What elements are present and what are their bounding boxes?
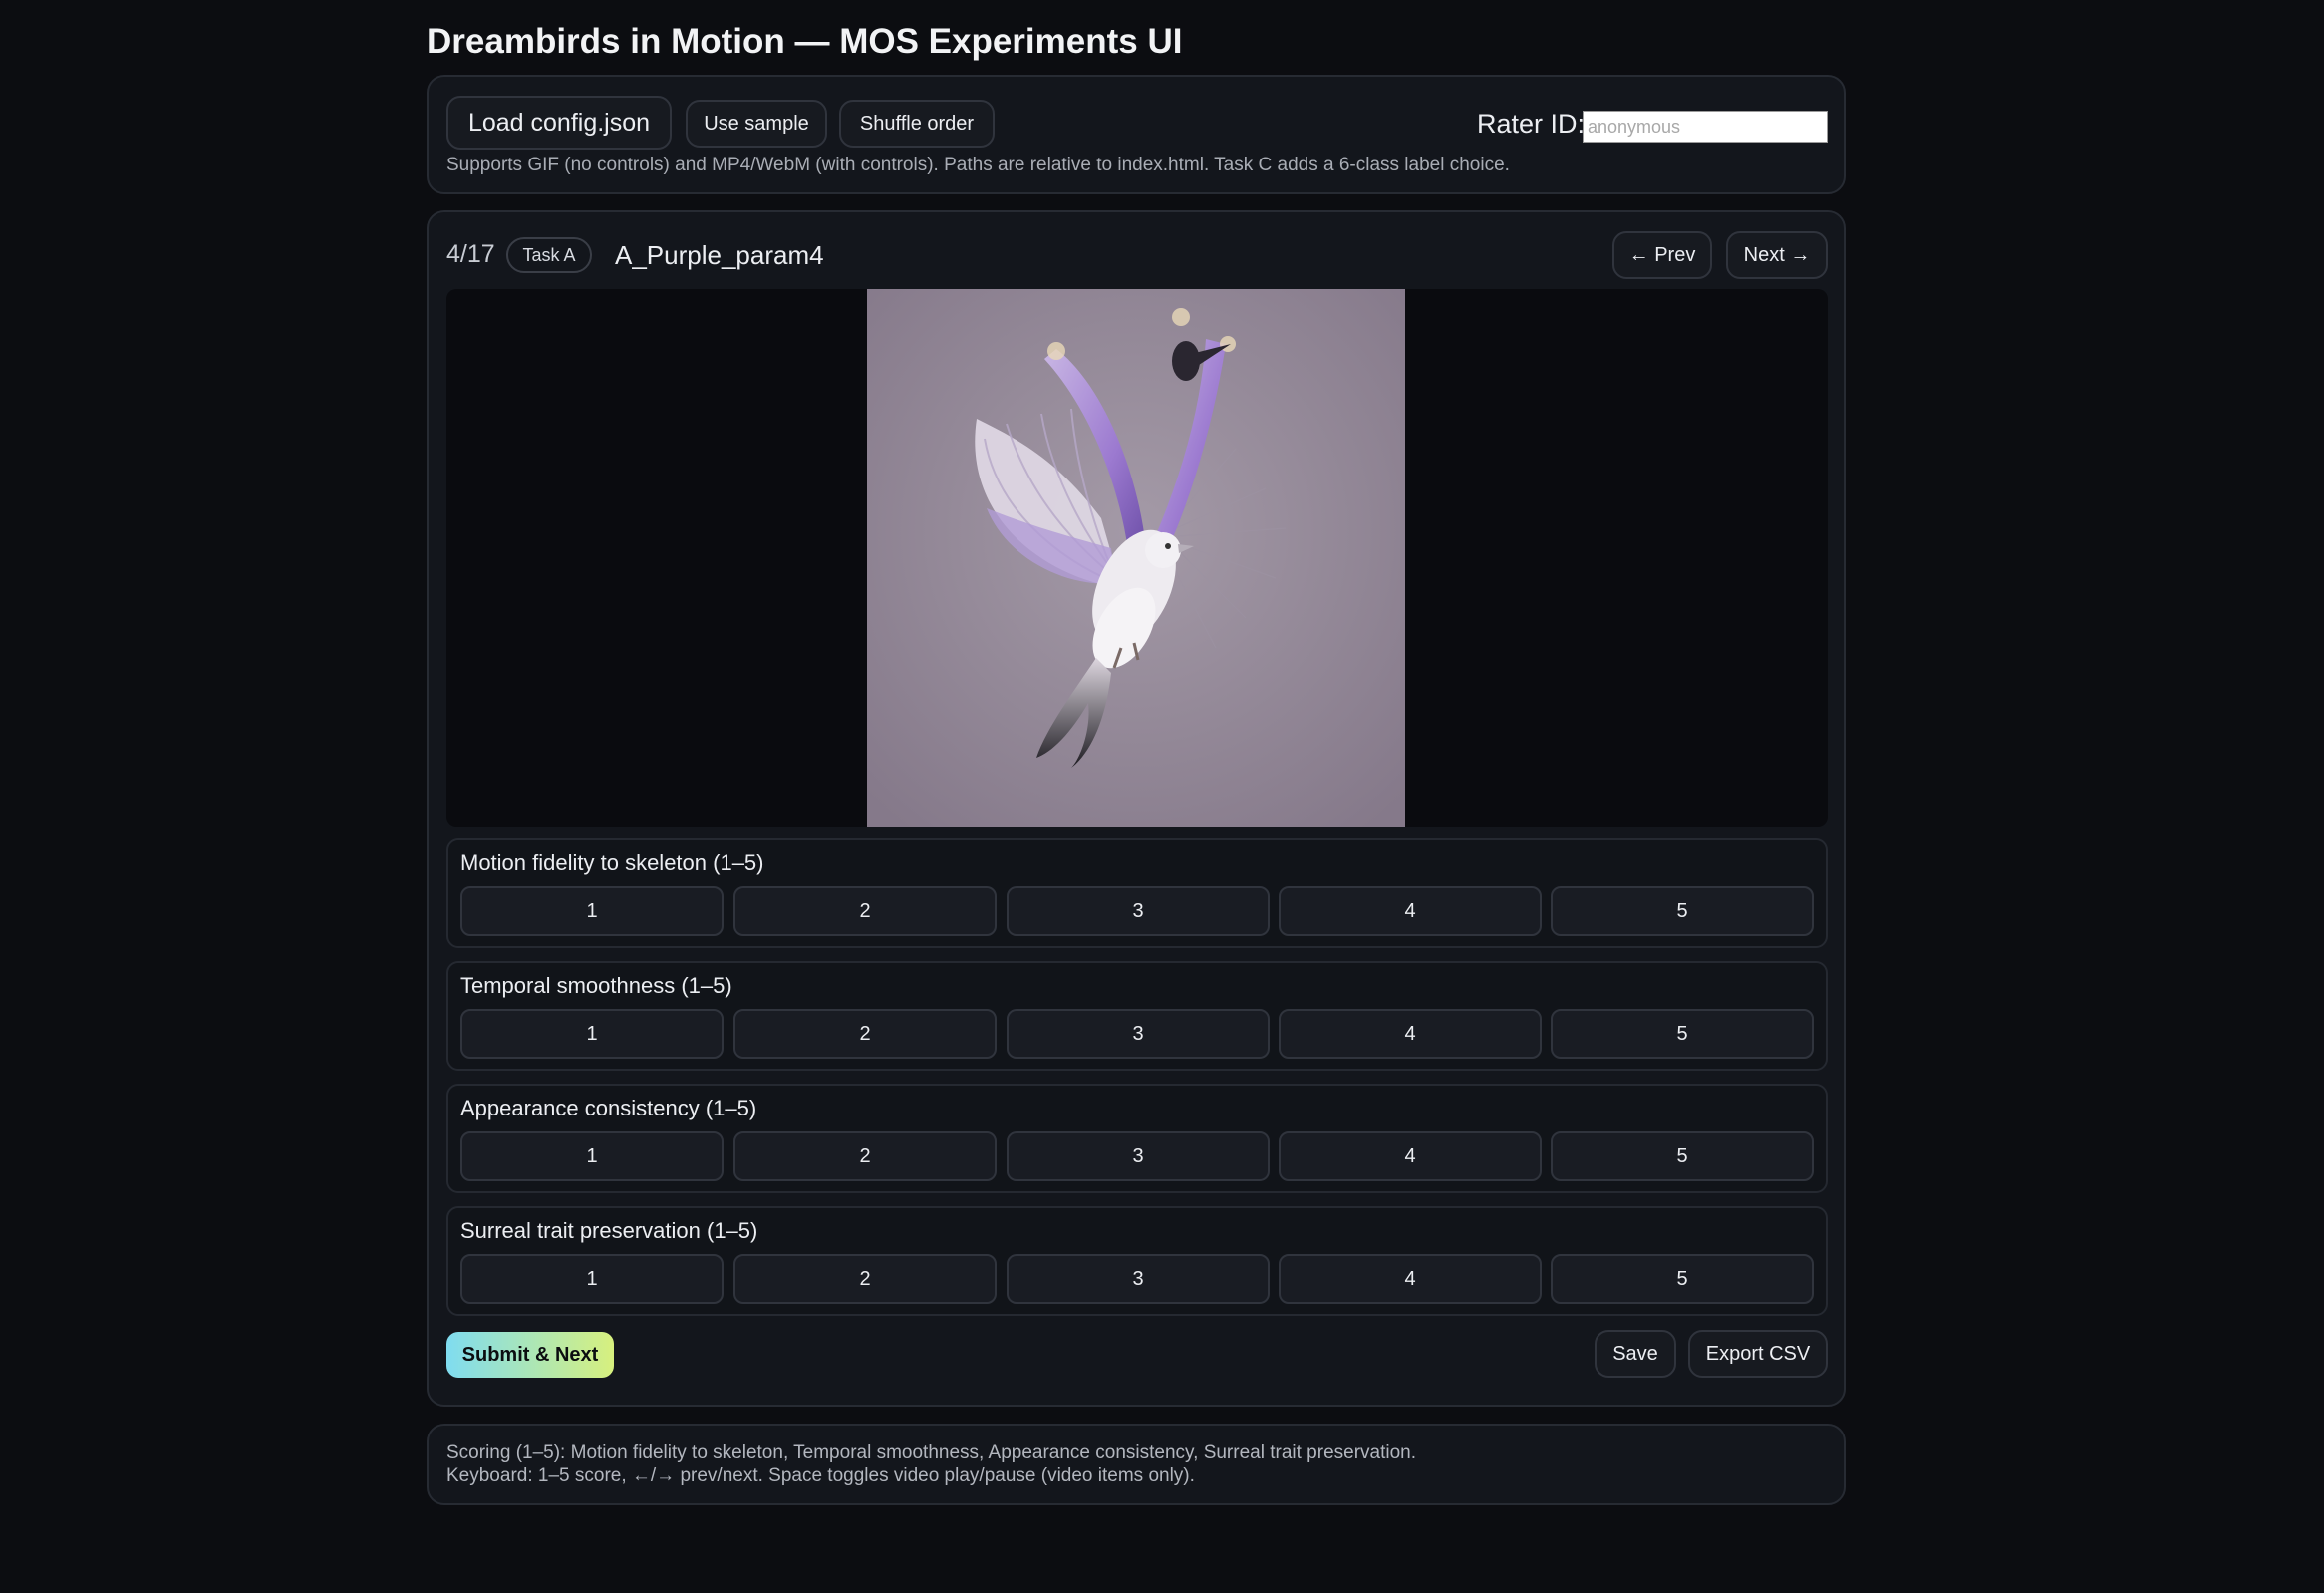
score-button-4[interactable]: 4: [1279, 1254, 1542, 1304]
criterion-motion-fidelity: Motion fidelity to skeleton (1–5) 1 2 3 …: [446, 838, 1828, 948]
shuffle-order-button[interactable]: Shuffle order: [839, 100, 995, 148]
score-button-5[interactable]: 5: [1551, 1254, 1814, 1304]
format-hint: Supports GIF (no controls) and MP4/WebM …: [446, 155, 1510, 175]
criterion-label: Appearance consistency (1–5): [460, 1096, 757, 1120]
score-button-2[interactable]: 2: [733, 886, 997, 936]
next-button[interactable]: Next →: [1726, 231, 1828, 279]
task-badge: Task A: [506, 237, 592, 273]
score-button-1[interactable]: 1: [460, 1131, 724, 1181]
rater-id-input[interactable]: [1583, 111, 1828, 143]
score-button-1[interactable]: 1: [460, 1009, 724, 1059]
criterion-label: Temporal smoothness (1–5): [460, 973, 732, 998]
bird-animation-frame: [867, 289, 1405, 827]
score-button-4[interactable]: 4: [1279, 886, 1542, 936]
score-button-2[interactable]: 2: [733, 1254, 997, 1304]
use-sample-button[interactable]: Use sample: [686, 100, 827, 148]
export-csv-button[interactable]: Export CSV: [1688, 1330, 1828, 1378]
score-button-1[interactable]: 1: [460, 886, 724, 936]
item-counter: 4/17: [446, 240, 495, 268]
criterion-surreal-trait: Surreal trait preservation (1–5) 1 2 3 4…: [446, 1206, 1828, 1316]
help-card: Scoring (1–5): Motion fidelity to skelet…: [427, 1424, 1846, 1505]
score-button-2[interactable]: 2: [733, 1009, 997, 1059]
page-title: Dreambirds in Motion — MOS Experiments U…: [427, 22, 1183, 61]
score-button-3[interactable]: 3: [1007, 1131, 1270, 1181]
toolbar-card: Load config.json Use sample Shuffle orde…: [427, 75, 1846, 194]
score-button-1[interactable]: 1: [460, 1254, 724, 1304]
score-button-4[interactable]: 4: [1279, 1009, 1542, 1059]
score-button-4[interactable]: 4: [1279, 1131, 1542, 1181]
submit-next-button[interactable]: Submit & Next: [446, 1332, 614, 1378]
rater-id-label: Rater ID:: [1477, 109, 1586, 139]
score-button-3[interactable]: 3: [1007, 886, 1270, 936]
load-config-button[interactable]: Load config.json: [446, 96, 672, 150]
item-id: A_Purple_param4: [615, 240, 824, 270]
score-button-5[interactable]: 5: [1551, 886, 1814, 936]
scoring-help: Scoring (1–5): Motion fidelity to skelet…: [446, 1442, 1417, 1463]
criterion-appearance-consistency: Appearance consistency (1–5) 1 2 3 4 5: [446, 1084, 1828, 1193]
criterion-temporal-smoothness: Temporal smoothness (1–5) 1 2 3 4 5: [446, 961, 1828, 1071]
save-button[interactable]: Save: [1595, 1330, 1676, 1378]
prev-button[interactable]: ← Prev: [1612, 231, 1712, 279]
score-button-3[interactable]: 3: [1007, 1009, 1270, 1059]
score-button-2[interactable]: 2: [733, 1131, 997, 1181]
score-button-5[interactable]: 5: [1551, 1009, 1814, 1059]
rating-card: 4/17 Task A A_Purple_param4 ← Prev Next …: [427, 210, 1846, 1407]
media-viewer: [446, 289, 1828, 827]
criterion-label: Surreal trait preservation (1–5): [460, 1218, 758, 1243]
score-button-3[interactable]: 3: [1007, 1254, 1270, 1304]
keyboard-help: Keyboard: 1–5 score, ←/→ prev/next. Spac…: [446, 1465, 1195, 1486]
score-button-5[interactable]: 5: [1551, 1131, 1814, 1181]
criterion-label: Motion fidelity to skeleton (1–5): [460, 850, 764, 875]
